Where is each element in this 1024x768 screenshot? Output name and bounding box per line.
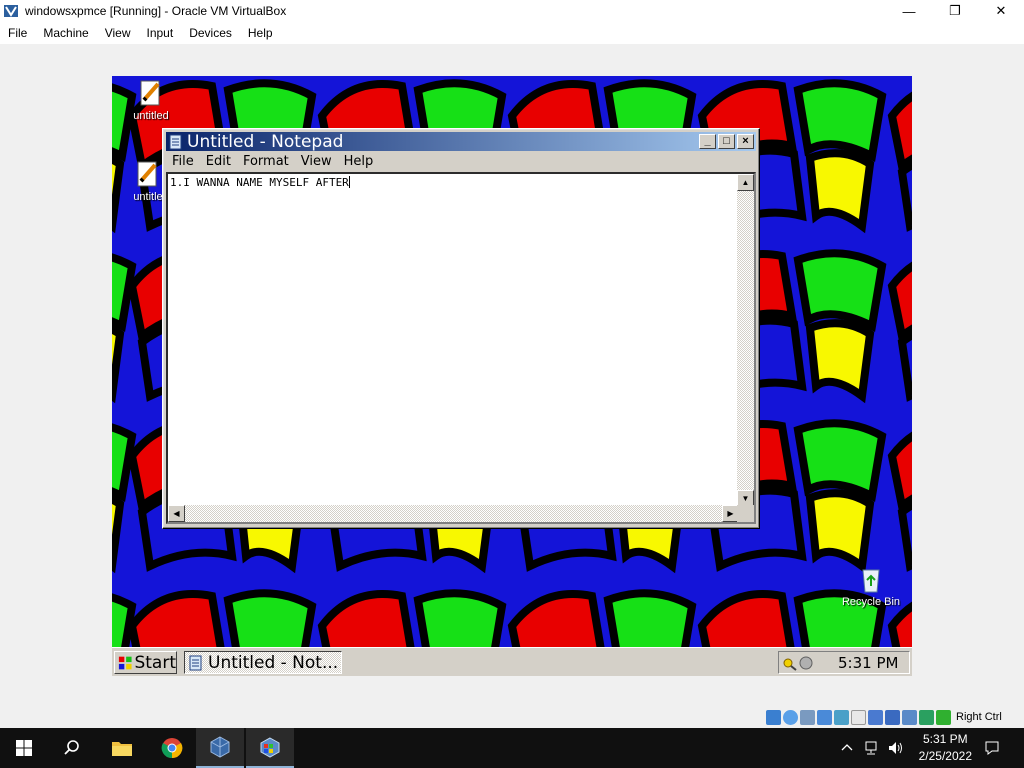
- search-button[interactable]: [48, 728, 96, 768]
- restore-button[interactable]: ❐: [932, 0, 978, 22]
- network-icon: [865, 741, 877, 755]
- display-icon[interactable]: [868, 709, 883, 725]
- volume-tray-button[interactable]: [884, 728, 906, 768]
- audio-icon[interactable]: [800, 709, 815, 725]
- notepad-window: Untitled - Notepad _ □ × File Edit Forma…: [162, 128, 760, 529]
- notepad-icon: [169, 134, 182, 149]
- notepad-maximize-button[interactable]: □: [718, 134, 735, 149]
- virtualbox-icon: [210, 736, 230, 758]
- notepad-file-icon: [140, 80, 160, 106]
- keyboard-icon[interactable]: [936, 709, 951, 725]
- notepad-menubar: File Edit Format View Help: [166, 152, 756, 170]
- show-hidden-icons-button[interactable]: [836, 728, 858, 768]
- notepad-menu-edit[interactable]: Edit: [200, 154, 237, 169]
- host-window-titlebar: windowsxpmce [Running] - Oracle VM Virtu…: [0, 0, 1024, 22]
- host-taskbar: 5:31 PM 2/25/2022: [0, 728, 1024, 768]
- speaker-icon: [889, 742, 902, 754]
- virtualbox-app-icon: [4, 5, 18, 17]
- guest-screen[interactable]: untitled untitle Recycle Bin Untitled - …: [112, 76, 912, 676]
- host-menubar: File Machine View Input Devices Help: [0, 22, 1024, 44]
- host-key-label: Right Ctrl: [956, 711, 1002, 723]
- windows-flag-icon: [118, 656, 132, 669]
- desktop-icon-label: untitled: [133, 110, 169, 122]
- menu-view[interactable]: View: [97, 26, 139, 40]
- windowsxp-vm-button[interactable]: [246, 728, 294, 768]
- mouse-integration-icon[interactable]: [919, 709, 934, 725]
- virtualbox-button[interactable]: [196, 728, 244, 768]
- optical-drive-icon[interactable]: [783, 709, 798, 725]
- vbox-statusbar: Right Ctrl: [766, 708, 1002, 726]
- notepad-title: Untitled - Notepad: [187, 131, 344, 152]
- notepad-minimize-button[interactable]: _: [699, 134, 716, 149]
- scroll-left-button[interactable]: ◀: [168, 505, 185, 522]
- vertical-scrollbar[interactable]: ▲ ▼: [737, 174, 754, 507]
- horizontal-scrollbar[interactable]: ◀ ▶: [168, 505, 739, 522]
- vt-x-icon[interactable]: [902, 709, 917, 725]
- notepad-menu-file[interactable]: File: [166, 154, 200, 169]
- start-label: Start: [134, 652, 176, 673]
- hard-disk-icon[interactable]: [766, 709, 781, 725]
- start-button[interactable]: Start: [114, 651, 177, 674]
- notepad-file-icon: [137, 161, 157, 187]
- close-button[interactable]: ✕: [978, 0, 1024, 22]
- notepad-menu-help[interactable]: Help: [338, 154, 380, 169]
- search-icon: [64, 740, 79, 755]
- notepad-titlebar[interactable]: Untitled - Notepad _ □ ×: [166, 131, 756, 152]
- menu-devices[interactable]: Devices: [181, 26, 240, 40]
- recycle-bin-icon: [862, 569, 880, 593]
- notepad-content: 1.I WANNA NAME MYSELF AFTER: [170, 176, 350, 189]
- desktop-icon-recycle-bin[interactable]: Recycle Bin: [836, 564, 906, 608]
- window-title: windowsxpmce [Running] - Oracle VM Virtu…: [25, 4, 287, 18]
- menu-help[interactable]: Help: [240, 26, 281, 40]
- taskbar-item-label: Untitled - Not...: [208, 652, 339, 673]
- notepad-menu-format[interactable]: Format: [237, 154, 295, 169]
- notepad-menu-view[interactable]: View: [295, 154, 338, 169]
- host-clock[interactable]: 5:31 PM 2/25/2022: [919, 731, 972, 765]
- taskbar-item-notepad[interactable]: Untitled - Not...: [184, 651, 342, 674]
- windowsxp-vm-icon: [260, 737, 280, 758]
- network-icon[interactable]: [817, 709, 832, 725]
- start-windows-icon: [16, 740, 32, 756]
- host-date: 2/25/2022: [918, 749, 972, 763]
- notification-icon: [985, 741, 999, 755]
- text-caret: [348, 176, 350, 188]
- windows-start-button[interactable]: [0, 728, 48, 768]
- notifications-button[interactable]: [976, 728, 1008, 768]
- chevron-up-icon: [841, 744, 853, 751]
- network-tray-button[interactable]: [860, 728, 882, 768]
- chrome-button[interactable]: [148, 728, 196, 768]
- guest-clock: 5:31 PM: [838, 653, 899, 672]
- file-explorer-button[interactable]: [98, 728, 146, 768]
- notepad-icon: [189, 655, 202, 670]
- guest-taskbar: Start Untitled - Not... 5:31 PM: [112, 647, 912, 676]
- file-explorer-icon: [112, 742, 132, 756]
- usb-icon[interactable]: [834, 709, 849, 725]
- menu-input[interactable]: Input: [139, 26, 182, 40]
- chrome-icon: [161, 738, 183, 759]
- tray-speaker-icon[interactable]: [798, 655, 814, 671]
- shared-folders-icon[interactable]: [851, 709, 866, 725]
- notepad-close-button[interactable]: ×: [737, 134, 754, 149]
- system-tray: 5:31 PM: [778, 651, 910, 674]
- desktop-icon-label: Recycle Bin: [841, 596, 901, 608]
- notepad-text-area[interactable]: 1.I WANNA NAME MYSELF AFTER ▲ ▼ ◀ ▶: [166, 172, 756, 524]
- minimize-button[interactable]: —: [886, 0, 932, 22]
- host-time: 5:31 PM: [922, 732, 968, 746]
- menu-file[interactable]: File: [0, 26, 35, 40]
- resize-grip[interactable]: [737, 505, 754, 522]
- desktop-icon-label: untitle: [133, 191, 163, 203]
- tray-tools-icon[interactable]: [782, 655, 798, 671]
- recording-icon[interactable]: [885, 709, 900, 725]
- scroll-up-button[interactable]: ▲: [737, 174, 754, 191]
- desktop-icon-untitled-1[interactable]: untitled: [121, 78, 181, 122]
- menu-machine[interactable]: Machine: [35, 26, 96, 40]
